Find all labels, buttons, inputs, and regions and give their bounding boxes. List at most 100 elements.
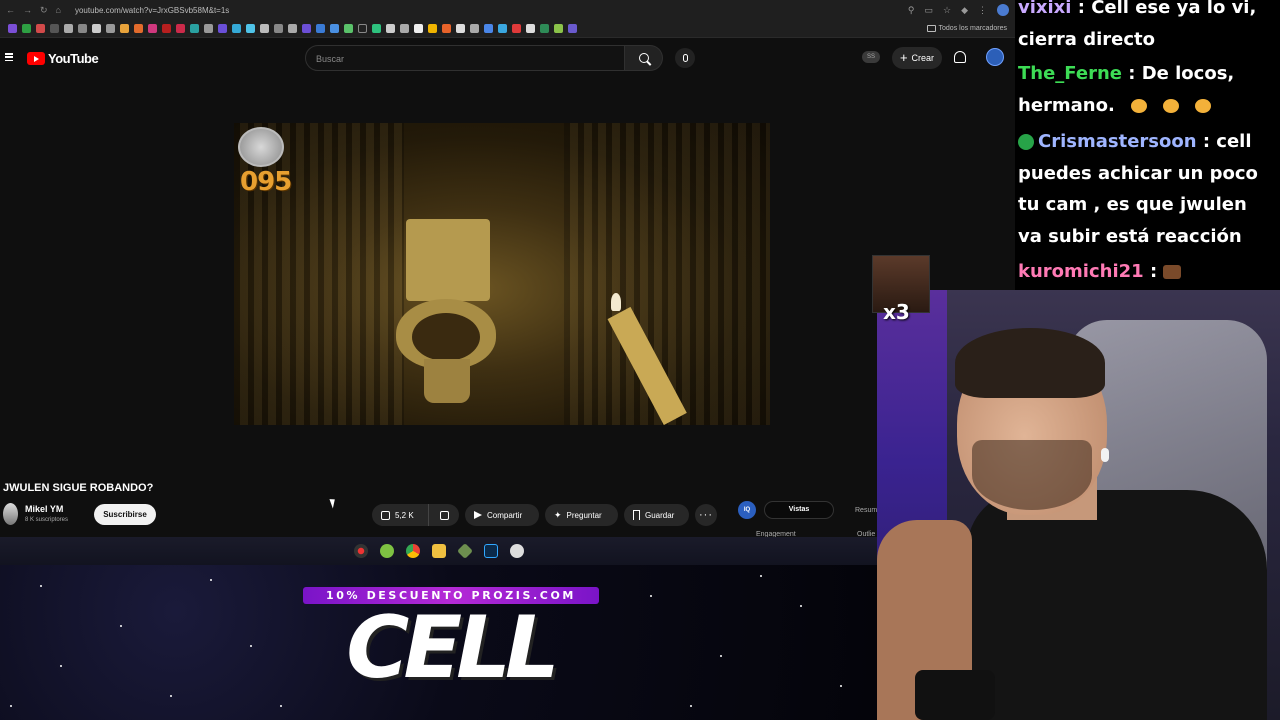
app-icon-green[interactable] (379, 544, 394, 558)
bookmark-icon[interactable] (456, 24, 465, 33)
video-player[interactable]: 095 (234, 123, 770, 425)
bookmark-icon[interactable] (484, 24, 493, 33)
bookmark-icon[interactable] (274, 24, 283, 33)
search-button[interactable] (625, 45, 663, 71)
bookmark-icon[interactable] (386, 24, 395, 33)
bookmark-icon[interactable] (36, 24, 45, 33)
address-bar[interactable]: ← → ↻ ⌂ youtube.com/watch?v=JrxGBSvb58M&… (0, 0, 1015, 20)
bookmark-icon[interactable] (568, 24, 577, 33)
bookmark-icon[interactable] (260, 24, 269, 33)
bell-icon[interactable] (954, 51, 966, 63)
url-text[interactable]: youtube.com/watch?v=JrxGBSvb58M&t=1s (75, 6, 229, 15)
app-icon-recorder[interactable] (353, 544, 368, 558)
candle (611, 293, 621, 311)
bookmark-icon[interactable] (470, 24, 479, 33)
forward-icon[interactable]: → (23, 5, 32, 15)
bookmark-icon[interactable] (8, 24, 17, 33)
coin-counter: 095 (240, 167, 292, 197)
bookmark-icon[interactable] (218, 24, 227, 33)
tab-vistas[interactable]: Vistas (764, 501, 834, 519)
star-icon[interactable]: ☆ (943, 5, 951, 16)
earbud (1101, 448, 1109, 462)
chrome-icon[interactable] (405, 544, 420, 558)
chat-message: vixixi : Cell ese ya lo vi, cierra direc… (1018, 0, 1276, 55)
account-avatar[interactable] (986, 48, 1004, 66)
channel-name[interactable]: Mikel YM (25, 504, 63, 514)
channel-badge-icon (1018, 134, 1034, 150)
tab-resumen[interactable]: Resum (855, 507, 877, 514)
bookmark-icon[interactable] (64, 24, 73, 33)
reload-icon[interactable]: ↻ (40, 5, 48, 16)
bookmark-icon[interactable] (330, 24, 339, 33)
voice-search-button[interactable] (675, 48, 695, 68)
bookmark-icon[interactable] (176, 24, 185, 33)
chat-separator: : (1143, 261, 1164, 282)
home-icon[interactable]: ⌂ (56, 5, 61, 15)
bookmark-icon[interactable] (134, 24, 143, 33)
all-bookmarks-folder[interactable]: Todos los marcadores (926, 25, 1007, 32)
bookmark-icon[interactable] (512, 24, 521, 33)
save-button[interactable]: Guardar (624, 504, 689, 526)
youtube-logo[interactable]: YouTube (27, 51, 99, 66)
dislike-button[interactable] (428, 504, 459, 526)
dislike-icon (439, 510, 449, 520)
chat-separator: : (1196, 131, 1217, 152)
bookmark-icon[interactable] (22, 24, 31, 33)
subscribe-button[interactable]: Suscribirse (94, 504, 156, 525)
bookmarks-bar: Todos los marcadores (0, 20, 1015, 38)
search-input[interactable]: Buscar (305, 45, 625, 71)
channel-avatar[interactable] (3, 503, 18, 525)
share-button[interactable]: Compartir (465, 504, 539, 526)
bookmark-icon[interactable] (120, 24, 129, 33)
create-button[interactable]: + Crear (892, 47, 942, 69)
extension-icon[interactable]: IQ (738, 501, 756, 519)
ask-button[interactable]: ✦ Preguntar (545, 504, 618, 526)
streamer-beard (972, 440, 1092, 510)
bookmark-icon[interactable] (316, 24, 325, 33)
chat-username: The_Ferne (1018, 63, 1122, 84)
all-bookmarks-label: Todos los marcadores (938, 25, 1007, 32)
taskbar (0, 537, 877, 565)
bookmark-icon[interactable] (78, 24, 87, 33)
bookmark-icon[interactable] (442, 24, 451, 33)
bookmark-icon[interactable] (246, 24, 255, 33)
bookmark-icon[interactable] (92, 24, 101, 33)
bookmark-icon[interactable] (50, 24, 59, 33)
chat-separator: : (1071, 0, 1092, 18)
bookmark-icon[interactable] (106, 24, 115, 33)
zoom-icon[interactable]: ⚲ (908, 5, 915, 16)
menu-dots-icon[interactable]: ⋮ (978, 5, 987, 16)
bookmark-icon[interactable] (526, 24, 535, 33)
bookmark-icon[interactable] (148, 24, 157, 33)
bookmark-icon[interactable] (414, 24, 423, 33)
bookmark-icon[interactable] (288, 24, 297, 33)
extension-badge[interactable]: SS (862, 51, 880, 63)
bookmark-icon[interactable] (372, 24, 381, 33)
bookmark-icon[interactable] (554, 24, 563, 33)
webcam-feed (877, 290, 1280, 720)
extensions-icon[interactable]: ◆ (961, 5, 968, 16)
chat-message: Crismastersoon : cell puedes achicar un … (1018, 126, 1276, 252)
profile-icon[interactable] (997, 4, 1009, 16)
bookmark-icon[interactable] (204, 24, 213, 33)
like-button[interactable]: 5,2 K (372, 504, 428, 526)
back-icon[interactable]: ← (6, 5, 15, 15)
bookmark-icon[interactable] (358, 24, 367, 33)
bookmark-icon[interactable] (232, 24, 241, 33)
app-icon-white[interactable] (509, 544, 524, 558)
menu-icon[interactable] (5, 53, 13, 61)
app-icon-diamond[interactable] (456, 543, 473, 559)
plus-icon: + (899, 50, 908, 65)
more-button[interactable]: ··· (695, 504, 717, 526)
bookmark-icon[interactable] (344, 24, 353, 33)
bookmark-icon[interactable] (498, 24, 507, 33)
bookmark-icon[interactable] (540, 24, 549, 33)
bookmark-icon[interactable] (428, 24, 437, 33)
bookmark-icon[interactable] (190, 24, 199, 33)
photoshop-icon[interactable] (483, 544, 498, 558)
bookmark-icon[interactable] (302, 24, 311, 33)
cast-icon[interactable]: ▭ (924, 5, 933, 16)
bookmark-icon[interactable] (400, 24, 409, 33)
bookmark-icon[interactable] (162, 24, 171, 33)
folder-icon[interactable] (431, 544, 446, 558)
